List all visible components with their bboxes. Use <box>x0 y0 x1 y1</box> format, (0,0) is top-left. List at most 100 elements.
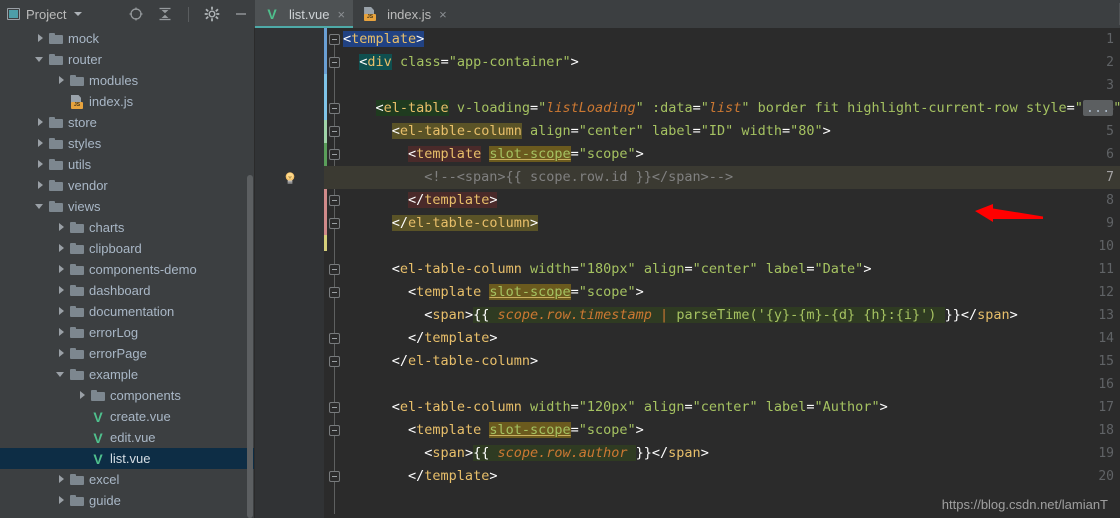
tree-item-guide[interactable]: guide <box>0 490 255 511</box>
gear-icon[interactable] <box>204 6 220 22</box>
fold-toggle[interactable] <box>329 425 340 436</box>
collapse-all-icon[interactable] <box>157 6 173 22</box>
project-tool-window: Project mock router modules JS index.js … <box>0 0 255 518</box>
fold-toggle[interactable] <box>329 333 340 344</box>
folder-icon <box>70 473 84 486</box>
code-line[interactable]: <template slot-scope="scope"> <box>343 419 644 442</box>
tree-item-documentation[interactable]: documentation <box>0 301 255 322</box>
chevron-right-icon[interactable] <box>56 75 67 86</box>
tree-item-utils[interactable]: utils <box>0 154 255 175</box>
fold-toggle[interactable] <box>329 149 340 160</box>
code-line[interactable]: </template> <box>343 465 497 488</box>
tree-item-create-vue[interactable]: Vcreate.vue <box>0 406 255 427</box>
project-panel-header: Project <box>0 0 255 28</box>
code-line[interactable]: <el-table-column align="center" label="I… <box>343 120 831 143</box>
tree-twisty-none <box>56 96 67 107</box>
tree-item-router[interactable]: router <box>0 49 255 70</box>
tree-item-edit-vue[interactable]: Vedit.vue <box>0 427 255 448</box>
tree-item-components[interactable]: components <box>0 385 255 406</box>
tree-item-charts[interactable]: charts <box>0 217 255 238</box>
tree-item-vendor[interactable]: vendor <box>0 175 255 196</box>
chevron-right-icon[interactable] <box>56 348 67 359</box>
tree-item-modules[interactable]: modules <box>0 70 255 91</box>
tree-item-errorPage[interactable]: errorPage <box>0 343 255 364</box>
tree-item-dashboard[interactable]: dashboard <box>0 280 255 301</box>
locate-icon[interactable] <box>128 6 144 22</box>
tree-item-store[interactable]: store <box>0 112 255 133</box>
chevron-down-icon[interactable] <box>56 369 67 380</box>
code-line[interactable]: <template> <box>343 28 425 51</box>
code-line[interactable]: </template> <box>343 189 498 212</box>
chevron-right-icon[interactable] <box>56 306 67 317</box>
tree-item-index-js[interactable]: index.js <box>0 91 255 112</box>
sidebar-scrollbar[interactable] <box>247 175 253 518</box>
code-line[interactable]: <!--<span>{{ scope.row.id }}</span>--> <box>343 166 733 189</box>
code-line[interactable]: <el-table-column width="180px" align="ce… <box>343 258 872 281</box>
fold-toggle[interactable] <box>329 34 340 45</box>
folder-icon <box>49 137 63 150</box>
close-icon[interactable]: × <box>337 8 345 21</box>
chevron-right-icon[interactable] <box>35 117 46 128</box>
chevron-right-icon[interactable] <box>56 243 67 254</box>
tree-item-errorLog[interactable]: errorLog <box>0 322 255 343</box>
minimize-icon[interactable] <box>233 6 249 22</box>
fold-toggle[interactable] <box>329 126 340 137</box>
project-dropdown[interactable]: Project <box>0 7 83 22</box>
editor-tab-list-vue[interactable]: Vlist.vue × <box>255 0 354 28</box>
tree-item-views[interactable]: views <box>0 196 255 217</box>
fold-toggle[interactable] <box>329 356 340 367</box>
code-line[interactable]: <template slot-scope="scope"> <box>343 143 644 166</box>
chevron-right-icon[interactable] <box>35 33 46 44</box>
fold-toggle[interactable] <box>329 402 340 413</box>
editor-tab-index-js[interactable]: index.js × <box>353 0 455 28</box>
watermark-text: https://blog.csdn.net/lamianT <box>941 497 1108 512</box>
tree-item-mock[interactable]: mock <box>0 28 255 49</box>
close-icon[interactable]: × <box>439 8 447 21</box>
code-line[interactable]: </el-table-column> <box>343 212 539 235</box>
chevron-right-icon[interactable] <box>35 180 46 191</box>
code-line[interactable]: </el-table-column> <box>343 350 538 373</box>
code-editor[interactable]: 1234567891011121314151617181920 w <templ… <box>255 28 1120 518</box>
code-line[interactable]: <el-table v-loading="listLoading" :data=… <box>343 97 1120 120</box>
intention-bulb-icon[interactable]: w <box>283 171 297 185</box>
chevron-right-icon[interactable] <box>56 327 67 338</box>
chevron-right-icon[interactable] <box>35 159 46 170</box>
chevron-down-icon[interactable] <box>35 54 46 65</box>
code-folding-column[interactable] <box>327 28 343 518</box>
fold-toggle[interactable] <box>329 57 340 68</box>
chevron-right-icon[interactable] <box>56 495 67 506</box>
code-line[interactable]: <div class="app-container"> <box>343 51 579 74</box>
editor-tab-label: index.js <box>387 6 432 22</box>
chevron-right-icon[interactable] <box>56 264 67 275</box>
editor-gutter[interactable] <box>255 28 324 518</box>
chevron-right-icon[interactable] <box>35 138 46 149</box>
code-line[interactable]: </template> <box>343 327 497 350</box>
fold-toggle[interactable] <box>329 471 340 482</box>
code-text[interactable]: <template> <div class="app-container"> <… <box>343 28 1120 518</box>
project-file-tree[interactable]: mock router modules index.js store styles util… <box>0 28 255 518</box>
fold-toggle[interactable] <box>329 103 340 114</box>
tree-item-clipboard[interactable]: clipboard <box>0 238 255 259</box>
tree-item-example[interactable]: example <box>0 364 255 385</box>
chevron-right-icon[interactable] <box>56 222 67 233</box>
fold-toggle[interactable] <box>329 287 340 298</box>
chevron-right-icon[interactable] <box>56 285 67 296</box>
tree-item-label: components <box>110 388 181 403</box>
red-arrow-annotation <box>975 204 1043 228</box>
chevron-right-icon[interactable] <box>77 390 88 401</box>
tree-item-excel[interactable]: excel <box>0 469 255 490</box>
chevron-down-icon[interactable] <box>35 201 46 212</box>
fold-toggle[interactable] <box>329 264 340 275</box>
tree-item-components-demo[interactable]: components-demo <box>0 259 255 280</box>
code-line[interactable]: <template slot-scope="scope"> <box>343 281 644 304</box>
code-line[interactable]: <span>{{ scope.row.timestamp | parseTime… <box>343 304 1018 327</box>
chevron-right-icon[interactable] <box>56 474 67 485</box>
code-line[interactable]: <el-table-column width="120px" align="ce… <box>343 396 888 419</box>
chevron-down-icon[interactable] <box>74 12 83 16</box>
fold-toggle[interactable] <box>329 218 340 229</box>
tree-item-styles[interactable]: styles <box>0 133 255 154</box>
fold-toggle[interactable] <box>329 195 340 206</box>
tree-item-list-vue[interactable]: Vlist.vue <box>0 448 255 469</box>
code-line[interactable]: <span>{{ scope.row.author }}</span> <box>343 442 709 465</box>
folder-icon <box>49 158 63 171</box>
